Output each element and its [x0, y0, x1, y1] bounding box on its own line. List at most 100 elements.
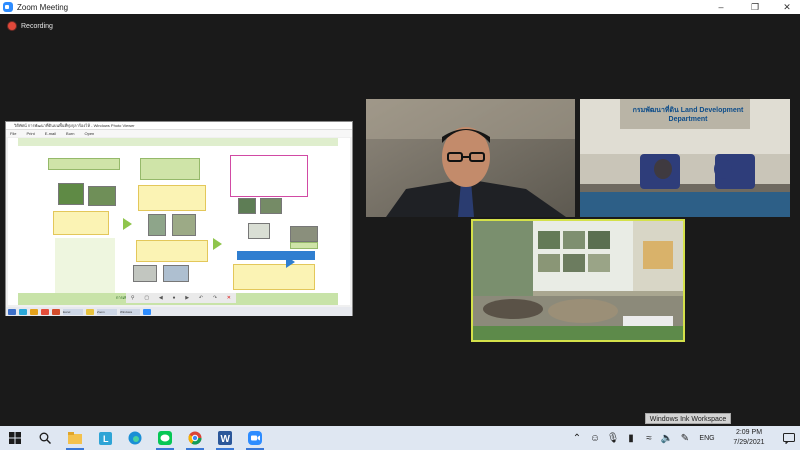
- ink-workspace-tooltip: Windows Ink Workspace: [645, 413, 731, 424]
- slide-top-band: [18, 138, 338, 146]
- taskbar-chrome[interactable]: [180, 426, 210, 450]
- tray-battery-button[interactable]: ▮: [622, 426, 640, 450]
- taskbar-edge[interactable]: [120, 426, 150, 450]
- menu-email[interactable]: E-mail: [45, 130, 56, 137]
- slide-box-3: [55, 238, 115, 298]
- slide-photo-9: [248, 223, 270, 239]
- record-dot-icon: [8, 22, 16, 30]
- windows-logo-icon: [9, 432, 21, 444]
- svg-text:W: W: [221, 434, 231, 445]
- shared-task-item: Excel: [63, 308, 83, 315]
- previous-icon[interactable]: ◀: [159, 295, 163, 301]
- menu-file[interactable]: File: [10, 130, 16, 137]
- person-icon: ☺: [589, 432, 601, 444]
- word-icon: W: [218, 431, 232, 445]
- exhibition-video: [473, 221, 683, 340]
- fit-icon[interactable]: ▢: [144, 295, 149, 301]
- minimize-button[interactable]: –: [710, 0, 732, 14]
- restore-button[interactable]: ❐: [744, 0, 766, 14]
- room-banner: กรมพัฒนาที่ดิน Land Development Departme…: [632, 107, 744, 123]
- recording-label: Recording: [21, 22, 53, 30]
- battery-icon: ▮: [628, 432, 634, 444]
- shared-task-item: Zoom: [97, 308, 117, 315]
- shared-start-icon: [8, 308, 16, 315]
- tray-wifi-button[interactable]: ≈: [640, 426, 658, 450]
- slide-box-2: [53, 211, 109, 235]
- slide-box-10: [290, 242, 318, 249]
- slide-arrow-3: [286, 256, 295, 268]
- microphone-icon: 🎙: [606, 432, 620, 444]
- video-tile-meeting-room[interactable]: กรมพัฒนาที่ดิน Land Development Departme…: [580, 99, 790, 217]
- slideshow-icon[interactable]: ●: [172, 295, 175, 301]
- speaker-volume-icon: 🔈: [660, 432, 674, 444]
- language-indicator[interactable]: ENG: [694, 435, 720, 442]
- shared-folder-icon: [30, 308, 38, 315]
- slide-box-4: [140, 158, 200, 180]
- menu-open[interactable]: Open: [84, 130, 94, 137]
- slide-box-1: [48, 158, 120, 170]
- slide-photo-10: [290, 226, 318, 242]
- presentation-slide: การเพิ่มศักยภาพการผลิตทุ่งกุลาร้องไห้ (ก…: [8, 138, 350, 305]
- svg-text:L: L: [103, 434, 109, 444]
- photo-viewer-title: วิดีทัศน์ การพัฒนาที่ดินบนพื้นที่ทุ่งกุล…: [6, 122, 352, 130]
- shared-screen[interactable]: วิดีทัศน์ การพัฒนาที่ดินบนพื้นที่ทุ่งกุล…: [5, 121, 353, 316]
- slide-box-5: [138, 185, 206, 211]
- zoom-icon[interactable]: ⚲: [131, 295, 135, 301]
- line-chat-icon: [158, 431, 172, 445]
- chrome-icon: [188, 431, 202, 445]
- slide-photo-3: [148, 214, 166, 236]
- slide-box-7: [230, 155, 308, 197]
- tray-person-button[interactable]: ☺: [586, 426, 604, 450]
- slide-box-6: [136, 240, 208, 262]
- clock-date: 7/29/2021: [733, 439, 765, 446]
- slide-photo-7: [238, 198, 256, 214]
- taskbar-zoom[interactable]: [240, 426, 270, 450]
- rotate-left-icon[interactable]: ↶: [199, 295, 203, 301]
- pen-icon: ✎: [680, 432, 690, 444]
- search-button[interactable]: [30, 426, 60, 450]
- taskbar-lightbox[interactable]: L: [90, 426, 120, 450]
- slide-box-8: [237, 251, 315, 260]
- taskbar-line[interactable]: [150, 426, 180, 450]
- folder-icon: [68, 432, 82, 444]
- photo-viewer-menu: File Print E-mail Burn Open: [6, 130, 352, 137]
- slide-photo-8: [260, 198, 282, 214]
- title-bar: Zoom Meeting – ❐ ✕: [0, 0, 800, 14]
- photo-viewer-toolbar: ⚲ ▢ ◀ ● ▶ ↶ ↷ ✕: [126, 293, 236, 303]
- shared-chrome-icon: [41, 308, 49, 315]
- shared-ppt-icon: [52, 308, 60, 315]
- start-button[interactable]: [0, 426, 30, 450]
- tray-overflow-button[interactable]: ⌃: [568, 426, 586, 450]
- taskbar-word[interactable]: W: [210, 426, 240, 450]
- window-title: Zoom Meeting: [17, 2, 69, 12]
- speaker-video: [366, 99, 575, 217]
- notification-button[interactable]: [778, 432, 800, 444]
- slide-photo-6: [163, 265, 189, 282]
- zoom-logo-icon: [3, 2, 13, 12]
- video-tile-exhibition[interactable]: [471, 219, 685, 342]
- menu-print[interactable]: Print: [26, 130, 34, 137]
- menu-burn[interactable]: Burn: [66, 130, 74, 137]
- close-button[interactable]: ✕: [776, 0, 798, 14]
- recording-indicator[interactable]: Recording: [8, 22, 53, 30]
- edge-icon: [128, 431, 142, 445]
- shared-zoom-icon: [143, 308, 151, 315]
- slide-arrow-1: [123, 218, 132, 230]
- slide-box-9: [233, 264, 315, 290]
- clock[interactable]: 2:09 PM 7/29/2021: [720, 428, 778, 448]
- zoom-app-icon: [248, 431, 262, 445]
- delete-icon[interactable]: ✕: [227, 295, 231, 301]
- shared-taskbar: Excel Zoom Windows: [6, 307, 352, 316]
- slide-photo-4: [172, 214, 196, 236]
- slide-photo-plants: [58, 183, 84, 205]
- next-icon[interactable]: ▶: [185, 295, 189, 301]
- shared-edge-icon: [19, 308, 27, 315]
- tray-pen-button[interactable]: ✎: [676, 426, 694, 450]
- notification-icon: [783, 432, 795, 444]
- video-tile-speaker[interactable]: [366, 99, 575, 217]
- tray-volume-button[interactable]: 🔈: [658, 426, 676, 450]
- rotate-right-icon[interactable]: ↷: [213, 295, 217, 301]
- tray-mic-button[interactable]: 🎙: [604, 426, 622, 450]
- taskbar-file-explorer[interactable]: [60, 426, 90, 450]
- chevron-up-icon: ⌃: [572, 432, 582, 444]
